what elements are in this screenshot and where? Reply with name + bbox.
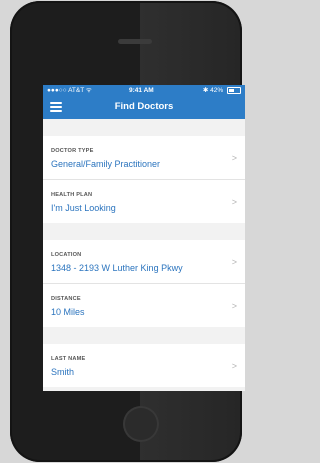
distance-value: 10 Miles bbox=[51, 307, 85, 317]
app-screen: ●●●○○ AT&T ᯤ 9:41 AM ✱ 42% Find Doctors … bbox=[43, 85, 245, 391]
distance-label: DISTANCE bbox=[51, 296, 81, 302]
search-group-1: DOCTOR TYPE General/Family Practitioner … bbox=[43, 136, 245, 223]
location-label: LOCATION bbox=[51, 252, 82, 258]
battery-icon bbox=[227, 86, 241, 94]
chevron-right-icon: > bbox=[231, 153, 237, 163]
health-plan-label: HEALTH PLAN bbox=[51, 192, 93, 198]
last-name-row[interactable]: LAST NAME Smith > bbox=[43, 344, 245, 387]
app-header: ●●●○○ AT&T ᯤ 9:41 AM ✱ 42% Find Doctors bbox=[43, 85, 245, 119]
chevron-right-icon: > bbox=[231, 301, 237, 311]
section-gap bbox=[43, 119, 245, 136]
battery-status: ✱ 42% bbox=[203, 85, 241, 97]
location-value: 1348 - 2193 W Luther King Pkwy bbox=[51, 263, 183, 273]
page-title: Find Doctors bbox=[114, 101, 174, 112]
status-bar: ●●●○○ AT&T ᯤ 9:41 AM ✱ 42% bbox=[43, 85, 245, 97]
doctor-type-row[interactable]: DOCTOR TYPE General/Family Practitioner … bbox=[43, 136, 245, 180]
health-plan-row[interactable]: HEALTH PLAN I'm Just Looking > bbox=[43, 180, 245, 223]
chevron-right-icon: > bbox=[231, 257, 237, 267]
distance-row[interactable]: DISTANCE 10 Miles > bbox=[43, 284, 245, 327]
doctor-type-value: General/Family Practitioner bbox=[51, 159, 161, 169]
carrier-signal: ●●●○○ AT&T ᯤ bbox=[47, 87, 92, 94]
title-bar: Find Doctors bbox=[43, 97, 245, 119]
home-button[interactable] bbox=[123, 406, 159, 442]
status-time: 9:41 AM bbox=[129, 87, 154, 94]
search-group-2: LOCATION 1348 - 2193 W Luther King Pkwy … bbox=[43, 240, 245, 327]
health-plan-value: I'm Just Looking bbox=[51, 203, 116, 213]
phone-device: ●●●○○ AT&T ᯤ 9:41 AM ✱ 42% Find Doctors … bbox=[10, 1, 245, 462]
earpiece-speaker bbox=[118, 39, 152, 44]
section-gap bbox=[43, 223, 245, 240]
battery-percent: ✱ 42% bbox=[202, 87, 224, 94]
doctor-type-label: DOCTOR TYPE bbox=[51, 148, 94, 154]
chevron-right-icon: > bbox=[231, 361, 237, 371]
chevron-right-icon: > bbox=[231, 197, 237, 207]
last-name-value: Smith bbox=[51, 367, 75, 377]
last-name-label: LAST NAME bbox=[51, 356, 86, 362]
location-row[interactable]: LOCATION 1348 - 2193 W Luther King Pkwy … bbox=[43, 240, 245, 284]
section-gap bbox=[43, 327, 245, 344]
search-group-3: LAST NAME Smith > bbox=[43, 344, 245, 387]
